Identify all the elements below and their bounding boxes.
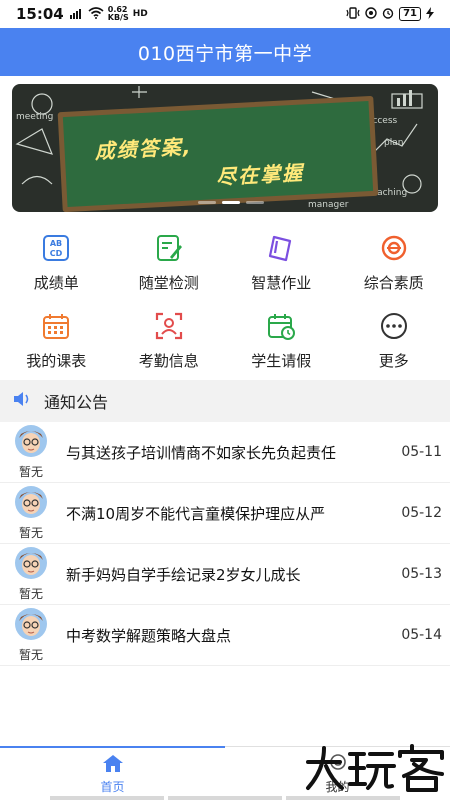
author-block: 暂无 xyxy=(10,424,52,480)
grid-item-label: 智慧作业 xyxy=(251,274,312,292)
author-block: 暂无 xyxy=(10,546,52,602)
list-item[interactable]: 暂无 与其送孩子培训情商不如家长先负起责任 05-11 xyxy=(0,422,450,483)
home-icon xyxy=(101,753,125,776)
banner-carousel[interactable]: meeting success plan teaching manager 成绩… xyxy=(12,84,438,212)
news-date: 05-14 xyxy=(401,627,442,643)
grid-item-leave[interactable]: 学生请假 xyxy=(225,302,338,380)
banner-doodle-word: plan xyxy=(384,138,404,148)
network-speed-unit: KB/S xyxy=(107,13,129,22)
notice-label: 通知公告 xyxy=(44,393,109,412)
news-list: 暂无 与其送孩子培训情商不如家长先负起责任 05-11 暂无 不满10周岁不能代… xyxy=(0,422,450,666)
banner-headline-2: 尽在掌握 xyxy=(215,160,305,190)
hd-badge: HD xyxy=(132,9,148,19)
calendar-icon xyxy=(40,310,72,342)
news-date: 05-13 xyxy=(401,566,442,582)
grid-item-label: 学生请假 xyxy=(251,352,312,370)
tab-label: 首页 xyxy=(100,779,125,794)
wifi-icon xyxy=(88,7,104,21)
status-bar: 15:04 0.62 KB/S HD 71 xyxy=(0,0,450,28)
battery-icon: 71 xyxy=(399,7,421,21)
news-author: 暂无 xyxy=(18,526,43,540)
signal-4g-icon xyxy=(69,7,84,21)
avatar xyxy=(13,485,49,523)
avatar xyxy=(13,546,49,584)
status-time: 15:04 xyxy=(16,5,64,23)
chalkboard-image: 成绩答案, 尽在掌握 xyxy=(57,95,379,212)
list-item[interactable]: 暂无 中考数学解题策略大盘点 05-14 xyxy=(0,605,450,666)
author-block: 暂无 xyxy=(10,607,52,663)
news-date: 05-12 xyxy=(401,505,442,521)
news-author: 暂无 xyxy=(18,465,43,479)
grid-item-label: 考勤信息 xyxy=(138,352,199,370)
news-title: 不满10周岁不能代言童模保护理应从严 xyxy=(66,504,326,523)
author-block: 暂无 xyxy=(10,485,52,541)
news-title: 新手妈妈自学手绘记录2岁女儿成长 xyxy=(66,565,301,584)
grid-item-attendance[interactable]: 考勤信息 xyxy=(113,302,226,380)
list-item[interactable]: 暂无 新手妈妈自学手绘记录2岁女儿成长 05-13 xyxy=(0,544,450,605)
grid-item-timetable[interactable]: 我的课表 xyxy=(0,302,113,380)
homework-icon xyxy=(265,232,297,264)
at-sign-icon xyxy=(365,6,377,22)
carousel-dot[interactable] xyxy=(198,201,216,204)
grid-item-report-card[interactable]: AB CD 成绩单 xyxy=(0,224,113,302)
news-title: 中考数学解题策略大盘点 xyxy=(66,626,232,645)
banner-headline-1: 成绩答案, xyxy=(94,134,193,164)
notice-section-header[interactable]: 通知公告 xyxy=(0,380,450,422)
carousel-dots xyxy=(198,201,264,204)
svg-text:CD: CD xyxy=(50,249,63,258)
target-icon xyxy=(378,232,410,264)
list-item[interactable]: 暂无 不满10周岁不能代言童模保护理应从严 05-12 xyxy=(0,483,450,544)
grid-item-homework[interactable]: 智慧作业 xyxy=(225,224,338,302)
grid-item-label: 我的课表 xyxy=(26,352,87,370)
abcd-icon: AB CD xyxy=(40,232,72,264)
tab-home[interactable]: 首页 xyxy=(0,747,225,800)
watermark-logo xyxy=(300,740,450,796)
gesture-bar xyxy=(50,796,400,800)
grid-item-label: 更多 xyxy=(378,352,409,370)
banner-doodle-word: manager xyxy=(308,200,349,210)
grid-item-more[interactable]: 更多 xyxy=(338,302,450,380)
banner-doodle-word: meeting xyxy=(16,112,54,122)
app-header: 010西宁市第一中学 xyxy=(0,28,450,76)
charging-icon xyxy=(426,6,434,22)
vibrate-icon xyxy=(346,6,360,22)
grid-item-quiz[interactable]: 随堂检测 xyxy=(113,224,226,302)
leave-calendar-icon xyxy=(265,310,297,342)
page-title: 010西宁市第一中学 xyxy=(137,42,313,65)
news-title: 与其送孩子培训情商不如家长先负起责任 xyxy=(66,443,337,462)
avatar xyxy=(13,424,49,462)
speaker-icon xyxy=(12,390,32,412)
active-tab-indicator xyxy=(0,746,225,748)
status-right-icons: 71 xyxy=(346,6,434,22)
avatar xyxy=(13,607,49,645)
carousel-dot-active[interactable] xyxy=(222,201,240,204)
grid-item-label: 随堂检测 xyxy=(138,274,199,292)
feature-grid: AB CD 成绩单 随堂检测 智慧作业 综合素质 我的课表 考勤信息 学生请假 … xyxy=(0,224,450,380)
network-indicators: 0.62 KB/S HD xyxy=(69,6,148,22)
news-author: 暂无 xyxy=(18,648,43,662)
attendance-icon xyxy=(153,310,185,342)
news-date: 05-11 xyxy=(401,444,442,460)
grid-item-label: 成绩单 xyxy=(33,274,79,292)
grid-item-label: 综合素质 xyxy=(363,274,424,292)
network-speed: 0.62 KB/S xyxy=(108,6,129,22)
grid-item-quality[interactable]: 综合素质 xyxy=(338,224,450,302)
edit-sheet-icon xyxy=(153,232,185,264)
carousel-dot[interactable] xyxy=(246,201,264,204)
svg-text:AB: AB xyxy=(50,239,62,248)
more-icon xyxy=(378,310,410,342)
alarm-icon xyxy=(382,7,394,22)
news-author: 暂无 xyxy=(18,587,43,601)
